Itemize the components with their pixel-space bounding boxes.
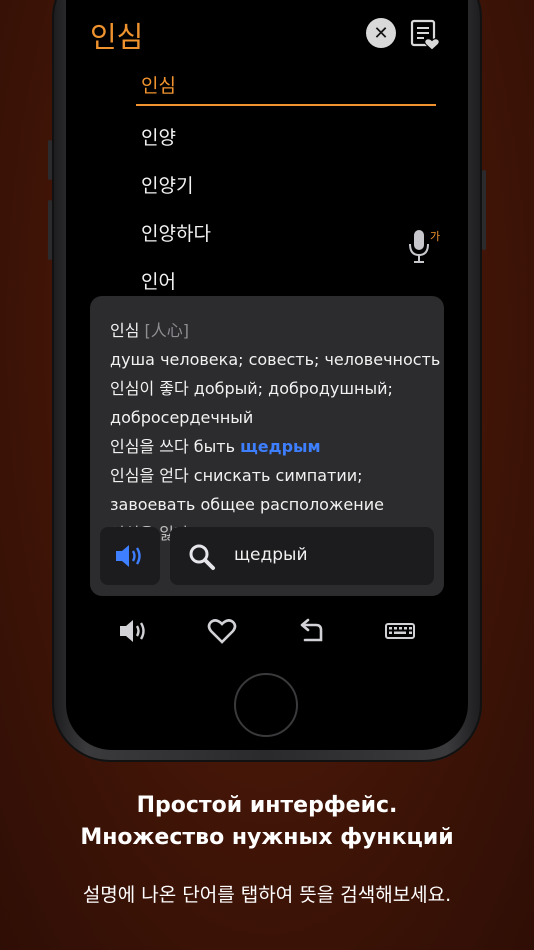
mic-badge: 가	[430, 230, 440, 243]
list-item[interactable]: 인양	[136, 114, 436, 162]
definition-popup: 인심 [人心] душа человека; совесть; человечн…	[90, 296, 444, 596]
definition-text: 인심 [人心] душа человека; совесть; человечн…	[110, 316, 441, 548]
keyboard-icon[interactable]	[384, 616, 416, 646]
page-title: 인심	[90, 20, 144, 54]
search-icon	[189, 544, 215, 570]
speaker-icon[interactable]	[118, 616, 150, 646]
word-list: 인심 인양 인양기 인양하다 인어	[136, 64, 436, 306]
phone-side-button	[482, 170, 486, 250]
promo-subcaption: 설명에 나온 단어를 탭하여 뜻을 검색해보세요.	[82, 884, 452, 906]
definition-line: завоевать общее расположение	[110, 495, 384, 514]
promo-caption-line: Множество нужных функций	[80, 825, 454, 850]
search-bar[interactable]: щедрый	[170, 527, 434, 585]
home-button[interactable]	[234, 673, 298, 737]
promo-caption-line: Простой интерфейс.	[136, 793, 398, 818]
speak-button[interactable]	[100, 527, 160, 585]
definition-headword: 인심	[110, 321, 140, 340]
undo-icon[interactable]	[296, 616, 328, 646]
definition-line: 인심을 얻다 снискать симпатии;	[110, 466, 363, 485]
definition-line: 인심이 좋다 добрый; добродушный;	[110, 379, 393, 398]
heart-icon[interactable]	[206, 616, 238, 646]
microphone-icon[interactable]: 가	[406, 226, 446, 268]
close-icon[interactable]: ✕	[366, 18, 396, 48]
speaker-icon	[116, 545, 141, 567]
promo-caption: Простой интерфейс. Множество нужных функ…	[0, 790, 534, 854]
list-item[interactable]: 인양기	[136, 162, 436, 210]
definition-line: добросердечный	[110, 408, 254, 427]
favorites-list-icon[interactable]	[410, 19, 440, 51]
list-item[interactable]: 인심	[136, 64, 436, 106]
bottom-toolbar	[66, 610, 468, 654]
app-screen: 인심 ✕ 인심 인양 인양기 인양하다 인어 가 인심 [人心] душа че…	[66, 0, 468, 662]
definition-line: душа человека; совесть; человечность	[110, 350, 441, 369]
definition-hanja: [人心]	[144, 321, 190, 340]
phone-side-button	[48, 200, 52, 260]
definition-link-word[interactable]: щедрым	[240, 437, 320, 456]
definition-line: 인심을 쓰다 быть	[110, 437, 241, 456]
search-query: щедрый	[234, 545, 308, 565]
phone-side-button	[48, 140, 52, 180]
list-item[interactable]: 인양하다	[136, 210, 436, 258]
